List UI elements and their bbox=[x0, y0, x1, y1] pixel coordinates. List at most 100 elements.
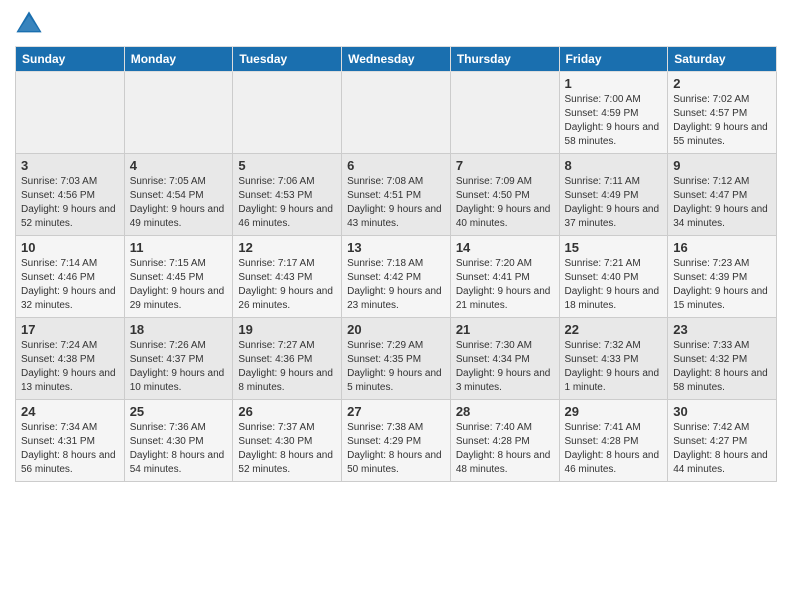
day-number: 1 bbox=[565, 76, 663, 91]
day-number: 8 bbox=[565, 158, 663, 173]
calendar-cell: 8 Sunrise: 7:11 AM Sunset: 4:49 PM Daylig… bbox=[559, 154, 668, 236]
day-number: 4 bbox=[130, 158, 228, 173]
calendar-table: SundayMondayTuesdayWednesdayThursdayFrid… bbox=[15, 46, 777, 482]
day-info: Sunrise: 7:40 AM Sunset: 4:28 PM Dayligh… bbox=[456, 421, 554, 477]
calendar-cell: 15 Sunrise: 7:21 AM Sunset: 4:40 PM Dayli… bbox=[559, 236, 668, 318]
calendar-cell: 11Sunrise: 7:15 AM Sunset: 4:45 PM Dayli… bbox=[124, 236, 233, 318]
day-info: Sunrise: 7:26 AM Sunset: 4:37 PM Dayligh… bbox=[130, 339, 228, 395]
calendar-cell: 14 Sunrise: 7:20 AM Sunset: 4:41 PM Dayli… bbox=[450, 236, 559, 318]
calendar-cell: 1 Sunrise: 7:00 AM Sunset: 4:59 PM Daylig… bbox=[559, 72, 668, 154]
day-number: 15 bbox=[565, 240, 663, 255]
weekday-header-saturday: Saturday bbox=[668, 47, 777, 72]
weekday-header-sunday: Sunday bbox=[16, 47, 125, 72]
day-info: Sunrise: 7:05 AM Sunset: 4:54 PM Dayligh… bbox=[130, 175, 228, 231]
calendar-cell: 25 Sunrise: 7:36 AM Sunset: 4:30 PM Dayli… bbox=[124, 400, 233, 482]
day-number: 23 bbox=[673, 322, 771, 337]
day-info: Sunrise: 7:14 AM Sunset: 4:46 PM Dayligh… bbox=[21, 257, 119, 313]
day-info: Sunrise: 7:08 AM Sunset: 4:51 PM Dayligh… bbox=[347, 175, 445, 231]
day-info: Sunrise: 7:30 AM Sunset: 4:34 PM Dayligh… bbox=[456, 339, 554, 395]
day-number: 20 bbox=[347, 322, 445, 337]
day-number: 16 bbox=[673, 240, 771, 255]
day-info: Sunrise: 7:03 AM Sunset: 4:56 PM Dayligh… bbox=[21, 175, 119, 231]
calendar-cell: 29 Sunrise: 7:41 AM Sunset: 4:28 PM Dayli… bbox=[559, 400, 668, 482]
calendar-week-0: 1 Sunrise: 7:00 AM Sunset: 4:59 PM Daylig… bbox=[16, 72, 777, 154]
calendar-cell: 21 Sunrise: 7:30 AM Sunset: 4:34 PM Dayli… bbox=[450, 318, 559, 400]
day-info: Sunrise: 7:21 AM Sunset: 4:40 PM Dayligh… bbox=[565, 257, 663, 313]
day-number: 5 bbox=[238, 158, 336, 173]
day-info: Sunrise: 7:27 AM Sunset: 4:36 PM Dayligh… bbox=[238, 339, 336, 395]
calendar-cell bbox=[16, 72, 125, 154]
day-info: Sunrise: 7:37 AM Sunset: 4:30 PM Dayligh… bbox=[238, 421, 336, 477]
day-info: Sunrise: 7:36 AM Sunset: 4:30 PM Dayligh… bbox=[130, 421, 228, 477]
day-info: Sunrise: 7:00 AM Sunset: 4:59 PM Dayligh… bbox=[565, 93, 663, 149]
calendar-week-3: 17 Sunrise: 7:24 AM Sunset: 4:38 PM Dayli… bbox=[16, 318, 777, 400]
logo bbox=[15, 10, 47, 38]
day-number: 26 bbox=[238, 404, 336, 419]
calendar-cell bbox=[342, 72, 451, 154]
day-info: Sunrise: 7:06 AM Sunset: 4:53 PM Dayligh… bbox=[238, 175, 336, 231]
day-number: 13 bbox=[347, 240, 445, 255]
day-number: 29 bbox=[565, 404, 663, 419]
day-info: Sunrise: 7:20 AM Sunset: 4:41 PM Dayligh… bbox=[456, 257, 554, 313]
calendar-cell: 6 Sunrise: 7:08 AM Sunset: 4:51 PM Daylig… bbox=[342, 154, 451, 236]
calendar-cell: 13 Sunrise: 7:18 AM Sunset: 4:42 PM Dayli… bbox=[342, 236, 451, 318]
day-info: Sunrise: 7:12 AM Sunset: 4:47 PM Dayligh… bbox=[673, 175, 771, 231]
weekday-header-tuesday: Tuesday bbox=[233, 47, 342, 72]
calendar-cell: 10Sunrise: 7:14 AM Sunset: 4:46 PM Dayli… bbox=[16, 236, 125, 318]
day-info: Sunrise: 7:24 AM Sunset: 4:38 PM Dayligh… bbox=[21, 339, 119, 395]
calendar-cell: 7 Sunrise: 7:09 AM Sunset: 4:50 PM Daylig… bbox=[450, 154, 559, 236]
calendar-cell: 2Sunrise: 7:02 AM Sunset: 4:57 PM Daylig… bbox=[668, 72, 777, 154]
day-number: 30 bbox=[673, 404, 771, 419]
calendar-cell: 12 Sunrise: 7:17 AM Sunset: 4:43 PM Dayli… bbox=[233, 236, 342, 318]
day-info: Sunrise: 7:18 AM Sunset: 4:42 PM Dayligh… bbox=[347, 257, 445, 313]
calendar-cell: 24Sunrise: 7:34 AM Sunset: 4:31 PM Dayli… bbox=[16, 400, 125, 482]
calendar-cell: 3 Sunrise: 7:03 AM Sunset: 4:56 PM Daylig… bbox=[16, 154, 125, 236]
day-number: 6 bbox=[347, 158, 445, 173]
calendar-cell bbox=[124, 72, 233, 154]
day-number: 22 bbox=[565, 322, 663, 337]
calendar-cell: 22 Sunrise: 7:32 AM Sunset: 4:33 PM Dayli… bbox=[559, 318, 668, 400]
day-info: Sunrise: 7:29 AM Sunset: 4:35 PM Dayligh… bbox=[347, 339, 445, 395]
day-info: Sunrise: 7:09 AM Sunset: 4:50 PM Dayligh… bbox=[456, 175, 554, 231]
day-info: Sunrise: 7:41 AM Sunset: 4:28 PM Dayligh… bbox=[565, 421, 663, 477]
calendar-cell: 19 Sunrise: 7:27 AM Sunset: 4:36 PM Dayli… bbox=[233, 318, 342, 400]
day-info: Sunrise: 7:23 AM Sunset: 4:39 PM Dayligh… bbox=[673, 257, 771, 313]
weekday-header-friday: Friday bbox=[559, 47, 668, 72]
weekday-header-wednesday: Wednesday bbox=[342, 47, 451, 72]
day-number: 27 bbox=[347, 404, 445, 419]
day-number: 12 bbox=[238, 240, 336, 255]
calendar-cell: 9Sunrise: 7:12 AM Sunset: 4:47 PM Daylig… bbox=[668, 154, 777, 236]
calendar-cell: 18Sunrise: 7:26 AM Sunset: 4:37 PM Dayli… bbox=[124, 318, 233, 400]
calendar-cell bbox=[233, 72, 342, 154]
day-number: 14 bbox=[456, 240, 554, 255]
day-number: 25 bbox=[130, 404, 228, 419]
day-number: 17 bbox=[21, 322, 119, 337]
calendar-cell: 4 Sunrise: 7:05 AM Sunset: 4:54 PM Daylig… bbox=[124, 154, 233, 236]
calendar-cell: 30Sunrise: 7:42 AM Sunset: 4:27 PM Dayli… bbox=[668, 400, 777, 482]
day-info: Sunrise: 7:17 AM Sunset: 4:43 PM Dayligh… bbox=[238, 257, 336, 313]
day-info: Sunrise: 7:11 AM Sunset: 4:49 PM Dayligh… bbox=[565, 175, 663, 231]
day-info: Sunrise: 7:34 AM Sunset: 4:31 PM Dayligh… bbox=[21, 421, 119, 477]
calendar-cell: 27 Sunrise: 7:38 AM Sunset: 4:29 PM Dayli… bbox=[342, 400, 451, 482]
day-number: 3 bbox=[21, 158, 119, 173]
day-info: Sunrise: 7:32 AM Sunset: 4:33 PM Dayligh… bbox=[565, 339, 663, 395]
day-number: 7 bbox=[456, 158, 554, 173]
day-info: Sunrise: 7:38 AM Sunset: 4:29 PM Dayligh… bbox=[347, 421, 445, 477]
calendar-cell: 16 Sunrise: 7:23 AM Sunset: 4:39 PM Dayli… bbox=[668, 236, 777, 318]
calendar-week-2: 10Sunrise: 7:14 AM Sunset: 4:46 PM Dayli… bbox=[16, 236, 777, 318]
calendar-cell: 28 Sunrise: 7:40 AM Sunset: 4:28 PM Dayli… bbox=[450, 400, 559, 482]
calendar-cell: 5 Sunrise: 7:06 AM Sunset: 4:53 PM Daylig… bbox=[233, 154, 342, 236]
day-number: 2 bbox=[673, 76, 771, 91]
header bbox=[15, 10, 777, 38]
calendar-cell: 20 Sunrise: 7:29 AM Sunset: 4:35 PM Dayli… bbox=[342, 318, 451, 400]
calendar-cell: 17 Sunrise: 7:24 AM Sunset: 4:38 PM Dayli… bbox=[16, 318, 125, 400]
day-number: 21 bbox=[456, 322, 554, 337]
day-number: 19 bbox=[238, 322, 336, 337]
logo-icon bbox=[15, 10, 43, 38]
day-info: Sunrise: 7:15 AM Sunset: 4:45 PM Dayligh… bbox=[130, 257, 228, 313]
weekday-header-monday: Monday bbox=[124, 47, 233, 72]
day-number: 28 bbox=[456, 404, 554, 419]
main-container: SundayMondayTuesdayWednesdayThursdayFrid… bbox=[0, 0, 792, 492]
calendar-cell: 23Sunrise: 7:33 AM Sunset: 4:32 PM Dayli… bbox=[668, 318, 777, 400]
weekday-header-thursday: Thursday bbox=[450, 47, 559, 72]
